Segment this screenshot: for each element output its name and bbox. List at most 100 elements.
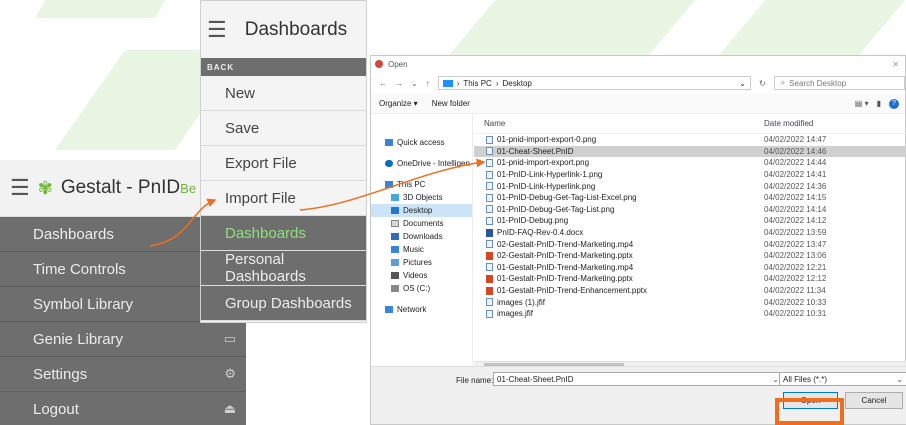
back-arrow-icon[interactable]: ← (379, 79, 387, 88)
help-icon[interactable]: ? (889, 98, 899, 109)
file-row[interactable]: 01-PnID-Debug.png 04/02/2022 14:12 (474, 215, 906, 227)
file-name-value: 01-Cheat-Sheet.PnID (497, 374, 574, 384)
desktop-icon (391, 207, 399, 214)
download-icon (391, 233, 399, 240)
menu-item-save[interactable]: Save (201, 111, 366, 146)
chrome-icon (375, 60, 383, 68)
nav-item-this-pc[interactable]: This PC (371, 178, 472, 191)
chevron-down-icon[interactable]: ⌄ (411, 79, 418, 88)
file-icon (486, 298, 493, 307)
nav-item-pictures[interactable]: Pictures (371, 256, 472, 269)
menu-item-label: Dashboards (33, 225, 114, 243)
file-name: 02-Gestalt-PnID-Trend-Marketing.pptx (497, 251, 633, 261)
cancel-button[interactable]: Cancel (845, 392, 903, 409)
document-icon (391, 220, 399, 227)
file-row[interactable]: 01-Cheat-Sheet.PnID 04/02/2022 14:46 (474, 145, 906, 158)
breadcrumb-desktop[interactable]: Desktop (503, 79, 532, 88)
file-row[interactable]: 01-Gestalt-PnID-Trend-Marketing.mp4 04/02… (474, 262, 906, 274)
dialog-body: Quick access OneDrive - Intelligen This … (371, 114, 906, 370)
menu-item-new[interactable]: New (201, 76, 366, 111)
file-name-input[interactable]: 01-Cheat-Sheet.PnID ⌄ (493, 372, 783, 386)
file-row[interactable]: 01-PnID-Debug-Get-Tag-List.png 04/02/2022… (474, 204, 906, 216)
file-icon (486, 228, 493, 237)
file-row[interactable]: 01-PnID-Debug-Get-Tag-List-Excel.png 04/0… (474, 192, 906, 204)
file-date: 04/02/2022 14:46 (764, 146, 827, 156)
nav-item-desktop[interactable]: Desktop (371, 204, 472, 217)
view-options-icon[interactable]: ▤ ▾ (855, 99, 869, 109)
menu-item-personal-dashboards[interactable]: Personal Dashboards (201, 251, 366, 286)
menu-item-group-dashboards[interactable]: Group Dashboards (201, 286, 366, 321)
file-name: 01-Gestalt-PnID-Trend-Marketing.mp4 (497, 262, 634, 272)
nav-item-music[interactable]: Music (371, 243, 472, 256)
nav-item-network[interactable]: Network (371, 303, 472, 316)
organize-button[interactable]: Organize ▾ (379, 99, 418, 108)
menu-item-logout[interactable]: Logout ⏏ (0, 392, 246, 425)
background-shape (444, 0, 696, 60)
file-row[interactable]: images (1).jfif 04/02/2022 10:33 (474, 296, 906, 308)
gears-icon: ⚙ (224, 366, 236, 381)
file-icon (486, 309, 493, 318)
file-icon (486, 170, 493, 179)
open-button-highlight (775, 398, 844, 425)
file-name-label: File name: (456, 376, 494, 385)
file-row[interactable]: 01-Gestalt-PnID-Trend-Marketing.pptx 04/0… (474, 273, 906, 285)
nav-item-os-c[interactable]: OS (C:) (371, 282, 472, 295)
column-header-name[interactable]: Name (484, 119, 505, 128)
file-row[interactable]: 01-PnID-Link-Hyperlink-1.png 04/02/2022 1… (474, 169, 906, 181)
nav-item-documents[interactable]: Documents (371, 217, 472, 230)
file-name: 01-PnID-Debug-Get-Tag-List.png (497, 204, 615, 214)
file-row[interactable]: 02-Gestalt-PnID-Trend-Marketing.pptx 04/0… (474, 250, 906, 262)
music-icon (391, 246, 399, 253)
file-list: Name Date modified 01-pnid-import-export… (474, 114, 906, 370)
file-name: 01-pnid-import-export-0.png (497, 135, 597, 145)
chevron-down-icon[interactable]: ⌄ (739, 79, 746, 88)
refresh-icon[interactable]: ↻ (759, 79, 766, 88)
nav-item-onedrive[interactable]: OneDrive - Intelligen (371, 157, 472, 170)
column-header-date[interactable]: Date modified (764, 119, 813, 128)
file-name: 02-Gestalt-PnID-Trend-Marketing.mp4 (497, 239, 634, 249)
forward-arrow-icon[interactable]: → (395, 79, 403, 88)
file-type-filter[interactable]: All Files (*.*) ⌄ (779, 372, 906, 386)
new-folder-button[interactable]: New folder (432, 99, 470, 108)
chevron-down-icon[interactable]: ⌄ (896, 375, 903, 384)
menu-item-label: Settings (33, 365, 88, 383)
address-bar[interactable]: › This PC › Desktop ⌄ (437, 76, 751, 90)
menu-item-genie-library[interactable]: Genie Library ▭ (0, 322, 246, 357)
file-row[interactable]: 01-PnID-Link-Hyperlink.png 04/02/2022 14:… (474, 180, 906, 192)
pc-icon (385, 181, 393, 188)
back-button[interactable]: BACK (201, 58, 366, 76)
file-row[interactable]: 01-pnid-import-export.png 04/02/2022 14:4… (474, 157, 906, 169)
file-row[interactable]: 01-pnid-import-export-0.png 04/02/2022 14… (474, 134, 906, 146)
menu-item-export-file[interactable]: Export File (201, 146, 366, 181)
hamburger-icon[interactable]: ☰ (10, 175, 30, 201)
file-icon (486, 240, 493, 249)
file-row[interactable]: 01-Gestalt-PnID-Trend-Enhancement.pptx 04… (474, 285, 906, 297)
file-icon (486, 286, 493, 295)
menu-item-settings[interactable]: Settings ⚙ (0, 357, 246, 392)
nav-item-quick-access[interactable]: Quick access (371, 136, 472, 149)
network-icon (385, 306, 393, 313)
hamburger-icon[interactable]: ☰ (207, 17, 227, 43)
app-title-suffix: Be (180, 180, 197, 196)
menu-item-dashboards[interactable]: Dashboards (201, 216, 366, 251)
picture-icon (391, 259, 399, 266)
file-date: 04/02/2022 13:59 (764, 228, 827, 238)
breadcrumb-this-pc[interactable]: This PC (463, 79, 491, 88)
nav-item-downloads[interactable]: Downloads (371, 230, 472, 243)
chevron-down-icon[interactable]: ⌄ (772, 375, 779, 384)
search-input[interactable]: ⌕ Search Desktop (773, 76, 905, 90)
nav-item-3d-objects[interactable]: 3D Objects (371, 191, 472, 204)
file-list-header: Name Date modified (474, 114, 906, 134)
video-icon (391, 272, 399, 279)
up-arrow-icon[interactable]: ↑ (426, 79, 430, 88)
menu-item-import-file[interactable]: Import File (201, 181, 366, 216)
close-icon[interactable]: ✕ (892, 60, 899, 69)
file-row[interactable]: PnID-FAQ-Rev-0.4.docx 04/02/2022 13:59 (474, 227, 906, 239)
file-row[interactable]: 02-Gestalt-PnID-Trend-Marketing.mp4 04/02… (474, 238, 906, 250)
menu-item-label: Symbol Library (33, 295, 134, 313)
preview-pane-icon[interactable]: ▮ (877, 99, 881, 109)
logout-icon: ⏏ (223, 401, 236, 416)
file-row[interactable]: images.jfif 04/02/2022 10:31 (474, 308, 906, 320)
nav-item-videos[interactable]: Videos (371, 269, 472, 282)
dashboards-title: Dashboards (244, 18, 348, 40)
